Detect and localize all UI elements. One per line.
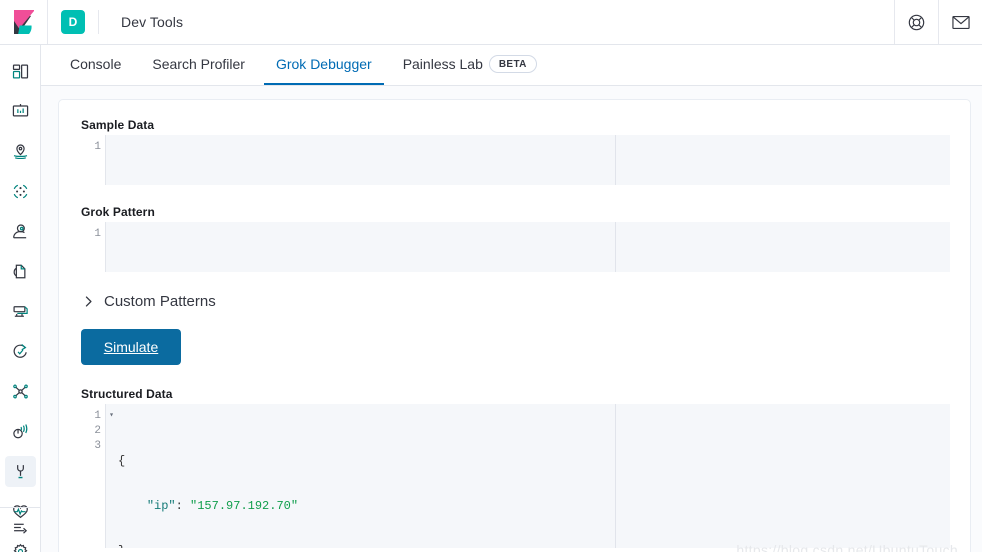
tab-search-profiler[interactable]: Search Profiler [140,45,257,85]
canvas-icon [5,96,36,127]
maps-pin-icon [5,136,36,167]
json-token-punct: { [118,454,126,468]
kibana-home-link[interactable] [0,0,48,44]
line-number: 1 ▾ [94,410,114,422]
structured-data-label: Structured Data [81,387,173,401]
json-token-key: "ip" [146,499,176,513]
print-margin-ruler [615,222,616,272]
help-button[interactable] [894,0,938,44]
sidebar-item-maps[interactable] [0,131,41,171]
space-avatar[interactable]: D [61,10,85,34]
sample-data-input[interactable]: 157.97.192.70 2019 09 29 00:39:02.912 my… [106,135,950,185]
tab-grok-debugger[interactable]: Grok Debugger [263,45,384,85]
sidebar-item-dashboard[interactable] [0,51,41,91]
kibana-logo-icon [13,10,35,34]
logs-icon [5,256,36,287]
sample-data-label: Sample Data [81,118,155,132]
code-line: } [118,544,950,548]
structured-data-gutter: 1 ▾ 2 3 [81,404,114,548]
siem-signal-icon [5,416,36,447]
sidebar-item-infrastructure[interactable] [0,291,41,331]
grok-debugger-panel: Sample Data 1 157.97.192.70 2019 09 29 0… [58,99,971,552]
sidebar-item-canvas[interactable] [0,91,41,131]
custom-patterns-accordion[interactable]: Custom Patterns [79,292,950,310]
sidebar-item-uptime[interactable] [0,371,41,411]
print-margin-ruler [615,135,616,185]
simulate-button[interactable]: Simulate [81,329,181,365]
sidebar-item-logs[interactable] [0,251,41,291]
line-number: 1 [94,228,101,240]
primary-navigation [0,45,41,552]
sample-data-editor[interactable]: 1 157.97.192.70 2019 09 29 00:39:02.912 … [81,135,950,185]
machine-learning-icon [5,216,36,247]
sample-data-gutter: 1 [81,135,106,185]
chevron-right-icon [79,292,97,310]
header-actions [894,0,982,44]
tab-grok-debugger-label: Grok Debugger [275,56,372,72]
newsfeed-button[interactable] [938,0,982,44]
structured-data-output: { "ip": "157.97.192.70" } [106,404,950,548]
beta-badge: BETA [488,55,537,73]
sidebar-item-siem[interactable] [0,411,41,451]
tab-search-profiler-label: Search Profiler [152,56,245,72]
tab-painless-lab[interactable]: Painless Lab BETA [391,45,549,85]
json-token-str: "157.97.192.70" [190,499,299,513]
sidebar-collapse-button[interactable] [0,510,41,550]
custom-patterns-label: Custom Patterns [104,292,216,310]
json-token-punct: : [175,499,191,513]
collapse-arrow-icon [12,519,29,541]
app-title: Dev Tools [121,14,184,30]
graph-nodes-icon [5,176,36,207]
uptime-icon [5,376,36,407]
dev-tools-tabs: Console Search Profiler Grok Debugger Pa… [41,45,982,86]
infrastructure-icon [5,296,36,327]
sidebar-item-graph[interactable] [0,171,41,211]
sidebar-item-dev-tools[interactable] [0,451,41,491]
grok-pattern-label: Grok Pattern [81,205,155,219]
header-divider [98,10,99,34]
dashboard-icon [5,56,36,87]
envelope-icon [951,15,970,30]
sidebar-item-machine-learning[interactable] [0,211,41,251]
code-line: "ip": "157.97.192.70" [118,499,950,514]
grok-pattern-gutter: 1 [81,222,106,272]
kibana-dev-tools-window: D Dev Tools Console Search Profiler Grok… [0,0,982,552]
wrench-icon [5,455,36,487]
tab-painless-lab-label: Painless Lab [402,56,483,72]
global-header: D Dev Tools [0,0,982,45]
line-number: 2 [94,425,101,437]
tab-console[interactable]: Console [58,45,133,85]
json-token-punct: } [118,544,125,548]
apm-icon [5,336,36,367]
page-content: Sample Data 1 157.97.192.70 2019 09 29 0… [41,86,982,552]
tab-console-label: Console [70,56,122,72]
code-line: { [118,454,950,469]
line-number: 3 [94,440,101,452]
grok-pattern-editor[interactable]: 1 %{IP:ip} [81,222,950,272]
grok-pattern-input[interactable]: %{IP:ip} [106,222,950,272]
print-margin-ruler [615,404,616,548]
sidebar-divider [0,507,41,508]
help-lifebuoy-icon [908,14,925,31]
line-number: 1 [94,141,101,153]
sidebar-item-apm[interactable] [0,331,41,371]
structured-data-editor[interactable]: 1▾ 2 3 { "ip": "157.97.192.70" } [81,404,950,548]
